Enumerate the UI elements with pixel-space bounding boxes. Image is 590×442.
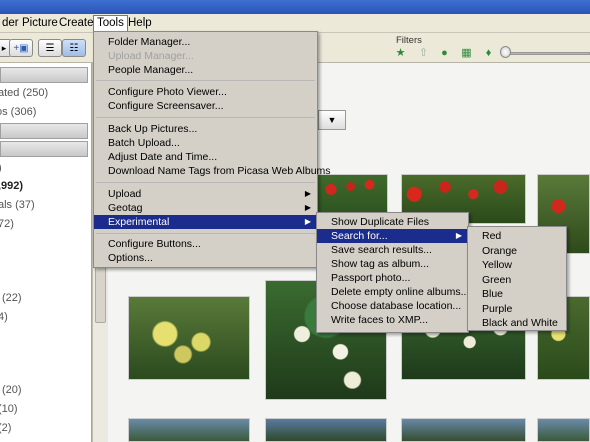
starred-filter-button[interactable]: ★ xyxy=(392,45,409,60)
dropdown-button[interactable]: ▼ xyxy=(318,110,346,130)
sidebar-item[interactable]: 72) xyxy=(0,218,14,230)
menu-item-label: Geotag xyxy=(108,202,143,214)
tools-menu: Folder Manager... Upload Manager... Peop… xyxy=(93,31,331,268)
submenu-arrow-icon: ▶ xyxy=(304,217,311,226)
menu-item-configure-screensaver[interactable]: Configure Screensaver... xyxy=(94,99,317,113)
menu-item-color-orange[interactable]: Orange xyxy=(468,244,566,258)
movies-filter-button[interactable]: ▦ xyxy=(458,45,475,60)
sidebar-item[interactable]: ,992) xyxy=(0,180,23,192)
sidebar-group-header[interactable] xyxy=(0,123,88,139)
menu-item-label: Experimental xyxy=(108,216,170,228)
menu-item-black-and-white[interactable]: Black and White xyxy=(468,316,566,330)
import-button[interactable]: +▣ xyxy=(9,39,33,57)
search-for-submenu: Red Orange Yellow Green Blue Purple Blac… xyxy=(467,226,567,331)
experimental-submenu: Show Duplicate Files Search for... ▶ Sav… xyxy=(316,212,469,333)
menu-item-color-yellow[interactable]: Yellow xyxy=(468,258,566,272)
menu-item-label: Search for... xyxy=(331,230,388,242)
sidebar-item[interactable]: 4) xyxy=(0,311,8,323)
menu-item-people-manager[interactable]: People Manager... xyxy=(94,63,317,77)
photo-thumbnail[interactable] xyxy=(265,418,387,442)
menu-item-label: Upload xyxy=(108,188,142,200)
menu-item-experimental[interactable]: Experimental ▶ xyxy=(94,215,317,229)
photo-thumbnail[interactable] xyxy=(401,418,526,442)
menu-item-color-purple[interactable]: Purple xyxy=(468,302,566,316)
menu-item-upload[interactable]: Upload ▶ xyxy=(94,187,317,201)
menu-tools[interactable]: Tools xyxy=(93,15,128,32)
menu-separator xyxy=(96,80,315,81)
uploaded-filter-button[interactable]: ⇧ xyxy=(415,45,432,60)
tree-view-button[interactable]: ☷ xyxy=(62,39,86,57)
submenu-arrow-icon: ▶ xyxy=(455,231,462,240)
menu-item-upload-manager[interactable]: Upload Manager... xyxy=(94,49,317,63)
geotag-filter-button[interactable]: ♦ xyxy=(480,45,497,60)
menu-item-color-blue[interactable]: Blue xyxy=(468,287,566,301)
menu-item-back-up-pictures[interactable]: Back Up Pictures... xyxy=(94,122,317,136)
photo-thumbnail[interactable] xyxy=(128,418,250,442)
filter-slider-thumb[interactable] xyxy=(500,46,511,58)
arrow-icon: ▸ xyxy=(1,42,7,53)
film-icon: ▦ xyxy=(461,47,472,59)
menu-item-folder-manager[interactable]: Folder Manager... xyxy=(94,35,317,49)
window-titlebar xyxy=(0,0,590,14)
star-icon: ★ xyxy=(395,47,406,59)
menu-create[interactable]: Create xyxy=(55,16,98,30)
menu-item-configure-photo-viewer[interactable]: Configure Photo Viewer... xyxy=(94,85,317,99)
menu-item-adjust-date-time[interactable]: Adjust Date and Time... xyxy=(94,150,317,164)
sidebar-item[interactable]: (20) xyxy=(2,384,22,396)
menu-item-save-search-results[interactable]: Save search results... xyxy=(317,243,468,257)
filter-slider-track[interactable] xyxy=(504,52,590,55)
person-icon: ● xyxy=(441,46,448,59)
faces-filter-button[interactable]: ● xyxy=(436,45,453,60)
photo-thumbnail[interactable] xyxy=(128,296,250,380)
sidebar-item[interactable]: (2) xyxy=(0,422,11,434)
folder-sidebar: ated (250) os (306) ) ,992) als (37) 72)… xyxy=(0,63,92,442)
sidebar-item[interactable]: os (306) xyxy=(0,106,36,118)
menu-item-download-name-tags[interactable]: Download Name Tags from Picasa Web Album… xyxy=(94,164,331,178)
sidebar-group-header[interactable] xyxy=(0,67,88,83)
photo-thumbnail[interactable] xyxy=(537,418,590,442)
menu-item-search-for[interactable]: Search for... ▶ xyxy=(317,229,468,243)
upload-icon: ⇧ xyxy=(418,47,429,59)
menu-item-write-faces-to-xmp[interactable]: Write faces to XMP... xyxy=(317,313,468,327)
menu-item-configure-buttons[interactable]: Configure Buttons... xyxy=(94,237,317,251)
sidebar-item[interactable]: (10) xyxy=(0,403,18,415)
menu-item-delete-empty-albums[interactable]: Delete empty online albums... xyxy=(317,285,469,299)
sidebar-item[interactable]: (22) xyxy=(2,292,22,304)
tree-icon: ☷ xyxy=(69,42,79,54)
chevron-down-icon: ▼ xyxy=(327,115,337,125)
menu-separator xyxy=(96,117,315,118)
sidebar-item[interactable]: ated (250) xyxy=(0,87,48,99)
menu-item-show-tag-as-album[interactable]: Show tag as album... xyxy=(317,257,468,271)
menu-item-geotag[interactable]: Geotag ▶ xyxy=(94,201,317,215)
list-view-button[interactable]: ☰ xyxy=(38,39,62,57)
sidebar-group-header[interactable] xyxy=(0,141,88,157)
menu-item-show-duplicate-files[interactable]: Show Duplicate Files xyxy=(317,215,468,229)
menu-separator xyxy=(96,233,315,234)
sidebar-item[interactable]: ) xyxy=(0,162,2,174)
submenu-arrow-icon: ▶ xyxy=(304,189,311,198)
menu-item-batch-upload[interactable]: Batch Upload... xyxy=(94,136,317,150)
submenu-arrow-icon: ▶ xyxy=(304,203,311,212)
menu-item-options[interactable]: Options... xyxy=(94,251,317,265)
menu-item-choose-database-location[interactable]: Choose database location... xyxy=(317,299,468,313)
import-icon: +▣ xyxy=(13,42,29,54)
pin-icon: ♦ xyxy=(485,46,492,59)
menu-item-passport-photo[interactable]: Passport photo... xyxy=(317,271,468,285)
menu-separator xyxy=(96,182,315,183)
menu-item-color-green[interactable]: Green xyxy=(468,273,566,287)
list-icon: ☰ xyxy=(45,42,55,54)
menu-item-color-red[interactable]: Red xyxy=(468,229,566,243)
sidebar-item[interactable]: als (37) xyxy=(0,199,35,211)
menu-help[interactable]: Help xyxy=(124,16,156,30)
